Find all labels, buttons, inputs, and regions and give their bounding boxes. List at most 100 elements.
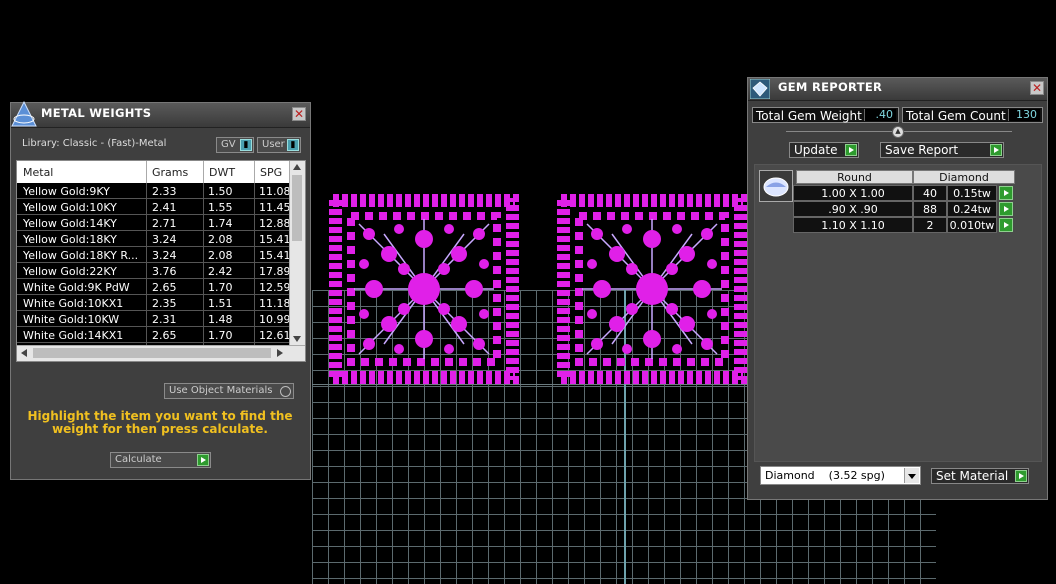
cell-metal: Yellow Gold:18KY R... [23,249,139,262]
metal-table-vertical-scrollbar[interactable] [289,161,305,345]
radio-icon [280,386,291,397]
update-arrow-icon [845,144,857,156]
gv-toggle-icon: ▮ [240,139,252,151]
cell-spg: 12.59 [259,281,291,294]
table-row[interactable]: White Gold:9K PdW 2.65 1.70 12.59 [17,279,291,295]
round-diamond-icon[interactable] [759,170,793,202]
cell-dwt: 1.50 [208,185,233,198]
user-label: User [262,139,285,150]
scroll-left-icon[interactable] [21,349,27,357]
gem-size-cell: .90 X .90 [793,201,913,217]
cell-spg: 11.18 [259,297,291,310]
cell-spg: 15.41 [259,233,291,246]
material-select[interactable]: Diamond (3.52 spg) [760,466,921,485]
gem-row-select-arrow-icon[interactable] [999,186,1013,200]
cell-dwt: 1.74 [208,217,233,230]
cell-grams: 2.31 [152,313,177,326]
table-row[interactable]: White Gold:10KW 2.31 1.48 10.99 [17,311,291,327]
gem-row-select-arrow-icon[interactable] [999,202,1013,216]
jewelry-model-left[interactable] [329,194,519,384]
cell-metal: White Gold:9K PdW [23,281,130,294]
cell-grams: 2.65 [152,281,177,294]
header-dwt[interactable]: DWT [209,166,235,179]
cell-grams: 2.71 [152,217,177,230]
jewelry-model-right[interactable] [557,194,747,384]
cell-grams: 3.24 [152,249,177,262]
save-report-label: Save Report [885,143,959,157]
cell-metal: Yellow Gold:14KY [23,217,117,230]
cell-grams: 3.76 [152,265,177,278]
gem-count-cell: 88 [913,201,947,217]
horizontal-scroll-thumb[interactable] [33,348,271,358]
set-material-label: Set Material [936,469,1009,483]
save-report-button[interactable]: Save Report [880,142,1004,158]
gem-reporter-close-button[interactable]: ✕ [1030,81,1044,95]
cell-metal: White Gold:10KX1 [23,297,124,310]
gem-size-cell: 1.10 X 1.10 [793,217,913,233]
header-metal[interactable]: Metal [23,166,53,179]
gv-label: GV [221,139,236,150]
cell-metal: Yellow Gold:22KY [23,265,117,278]
table-row[interactable]: White Gold:10KX1 2.35 1.51 11.18 [17,295,291,311]
cell-spg: 11.45 [259,201,291,214]
total-gem-count-label: Total Gem Count [906,109,1006,123]
cell-dwt: 2.42 [208,265,233,278]
update-label: Update [794,143,838,157]
gem-reporter-titlebar[interactable]: GEM REPORTER ✕ [748,78,1047,101]
vertical-scroll-thumb[interactable] [292,175,302,241]
cell-dwt: 1.70 [208,329,233,342]
use-object-materials-toggle[interactable]: Use Object Materials [164,383,294,399]
cell-spg: 12.61 [259,329,291,342]
cell-grams: 2.33 [152,185,177,198]
table-row[interactable]: Yellow Gold:10KY 2.41 1.55 11.45 [17,199,291,215]
cell-metal: Yellow Gold:9KY [23,185,110,198]
cell-metal: Yellow Gold:18KY [23,233,117,246]
dropdown-chevron-icon[interactable] [904,468,919,483]
user-toggle-icon: ▮ [287,139,299,151]
gv-toggle[interactable]: GV ▮ [216,137,254,153]
material-select-value: Diamond (3.52 spg) [765,469,885,482]
calculate-label: Calculate [115,454,162,465]
metal-weights-titlebar[interactable]: METAL WEIGHTS ✕ [11,101,310,128]
metal-table-horizontal-scrollbar[interactable] [17,345,305,361]
calculate-button[interactable]: Calculate [110,452,211,468]
cell-spg: 15.41 [259,249,291,262]
cell-spg: 11.08 [259,185,291,198]
update-button[interactable]: Update [789,142,859,158]
metal-weights-hint: Highlight the item you want to find the … [27,409,293,436]
scroll-right-icon[interactable] [277,349,283,357]
set-material-button[interactable]: Set Material [931,468,1029,484]
cell-dwt: 1.70 [208,281,233,294]
table-row[interactable]: Yellow Gold:18KY R... 3.24 2.08 15.41 [17,247,291,263]
metal-weights-header: Metal Grams DWT SPG [17,161,289,183]
calculate-arrow-icon [197,454,209,466]
gem-weight-cell: 0.24tw [947,201,997,217]
cell-dwt: 1.51 [208,297,233,310]
library-label: Library: Classic - (Fast)-Metal [22,138,167,149]
user-toggle[interactable]: User ▮ [257,137,301,153]
gem-row-select-arrow-icon[interactable] [999,218,1013,232]
cell-spg: 10.99 [259,313,291,326]
gem-shape-header: Round [796,170,913,184]
table-row[interactable]: Yellow Gold:22KY 3.76 2.42 17.89 [17,263,291,279]
metal-weights-close-button[interactable]: ✕ [292,107,306,121]
table-row[interactable]: White Gold:14KX1 2.65 1.70 12.61 [17,327,291,343]
table-row[interactable]: Yellow Gold:9KY 2.33 1.50 11.08 [17,183,291,199]
metal-weights-title: METAL WEIGHTS [41,106,152,120]
use-object-materials-label: Use Object Materials [169,385,273,396]
scroll-down-icon[interactable] [293,336,301,342]
header-spg[interactable]: SPG [260,166,282,179]
cell-dwt: 1.48 [208,313,233,326]
gem-reporter-title: GEM REPORTER [778,80,883,94]
table-row[interactable]: Yellow Gold:14KY 2.71 1.74 12.88 [17,215,291,231]
table-row[interactable]: Yellow Gold:18KY 3.24 2.08 15.41 [17,231,291,247]
scroll-up-icon[interactable] [293,164,301,170]
cell-dwt: 1.55 [208,201,233,214]
cell-metal: White Gold:14KX1 [23,329,124,342]
metal-weights-table[interactable]: Metal Grams DWT SPG Yellow Gold:9KY 2.33 1… [16,160,306,362]
gem-size-cell: 1.00 X 1.00 [793,185,913,201]
gem-material-header: Diamond [913,170,1015,184]
header-grams[interactable]: Grams [152,166,188,179]
cell-grams: 2.41 [152,201,177,214]
collapse-toggle-icon[interactable]: ▲ [892,126,904,138]
